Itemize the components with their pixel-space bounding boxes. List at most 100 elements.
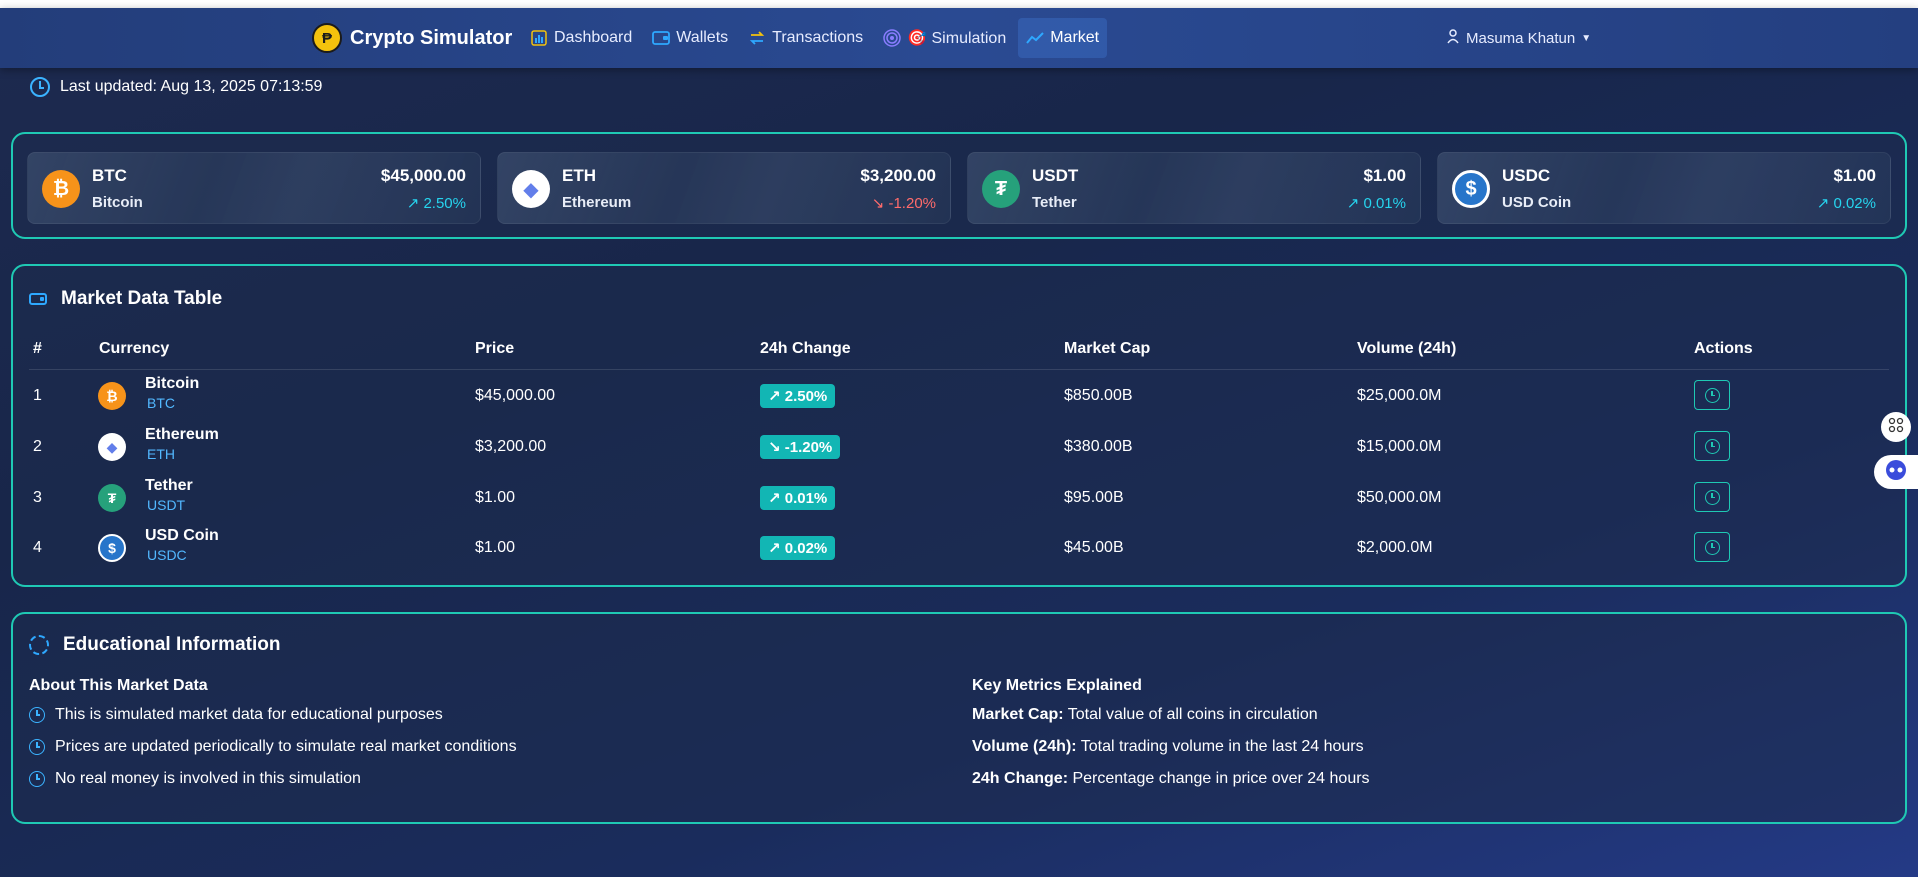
nav-transactions-label: Transactions (772, 29, 864, 46)
user-menu[interactable]: Masuma Khatun ▼ (1446, 26, 1591, 50)
last-updated-text: Last updated: Aug 13, 2025 07:13:59 (60, 78, 323, 95)
table-row: 1 ₿ Bitcoin BTC $45,000.00 ↗ 2.50% $850.… (13, 371, 1905, 421)
history-button[interactable] (1694, 431, 1730, 461)
row-volume: $50,000.0M (1357, 489, 1442, 506)
wallet-icon (652, 29, 671, 47)
row-price: $45,000.00 (475, 387, 556, 404)
caret-down-icon: ▼ (1581, 32, 1592, 44)
spinner-icon (29, 635, 49, 655)
nav-transactions[interactable]: Transactions (740, 18, 871, 58)
row-currency-symbol: BTC (147, 395, 175, 411)
header-divider (29, 369, 1889, 370)
education-panel: Educational Information About This Marke… (11, 612, 1907, 824)
grid-icon (1888, 417, 1904, 438)
metric-desc: Percentage change in price over 24 hours (1068, 770, 1370, 787)
change-badge: ↗ 2.50% (760, 384, 836, 408)
history-button[interactable] (1694, 532, 1730, 562)
bitcoin-icon: ₿ (42, 170, 80, 208)
table-row: 3 ₮ Tether USDT $1.00 ↗ 0.01% $95.00B $5… (13, 473, 1905, 523)
row-volume: $2,000.0M (1357, 539, 1433, 556)
ticker-change: ↘ -1.20% (871, 195, 936, 212)
row-volume: $25,000.0M (1357, 387, 1442, 404)
market-table-panel: Market Data Table # Currency Price 24h C… (11, 264, 1907, 587)
nav-dashboard-label: Dashboard (554, 29, 633, 46)
ticker-symbol: USDT (1032, 166, 1079, 185)
row-index: 3 (33, 489, 42, 506)
price-ticker-panel: ₿ BTC Bitcoin $45,000.00 ↗ 2.50% ◆ ETH E… (11, 132, 1907, 239)
ticker-card-btc[interactable]: ₿ BTC Bitcoin $45,000.00 ↗ 2.50% (27, 152, 481, 224)
assistant-button[interactable] (1874, 455, 1918, 489)
ethereum-icon: ◆ (98, 433, 126, 461)
nav-simulation[interactable]: 🎯 Simulation (875, 18, 1014, 58)
about-item-text: No real money is involved in this simula… (55, 770, 361, 787)
metric-item: Market Cap: Total value of all coins in … (972, 706, 1318, 724)
ticker-change: ↗ 0.01% (1346, 195, 1406, 212)
metric-item: 24h Change: Percentage change in price o… (972, 770, 1370, 788)
col-header-index: # (33, 340, 42, 357)
list-item: This is simulated market data for educat… (29, 706, 443, 724)
table-row: 2 ◆ Ethereum ETH $3,200.00 ↘ -1.20% $380… (13, 422, 1905, 472)
ticker-card-usdc[interactable]: $ USDC USD Coin $1.00 ↗ 0.02% (1437, 152, 1891, 224)
clock-icon (29, 771, 45, 787)
change-badge: ↗ 0.01% (760, 486, 836, 510)
about-title: About This Market Data (29, 677, 208, 694)
user-name: Masuma Khatun (1466, 29, 1576, 47)
row-market-cap: $850.00B (1064, 387, 1133, 404)
ethereum-icon: ◆ (512, 170, 550, 208)
row-currency-name: Tether (145, 477, 193, 494)
nav-wallets[interactable]: Wallets (644, 18, 736, 58)
bitcoin-icon: ₿ (98, 382, 126, 410)
ticker-name: Ethereum (562, 194, 632, 211)
ticker-card-eth[interactable]: ◆ ETH Ethereum $3,200.00 ↘ -1.20% (497, 152, 951, 224)
col-header-actions: Actions (1694, 340, 1753, 357)
change-badge: ↗ 0.02% (760, 536, 836, 560)
nav-simulation-label: 🎯 Simulation (907, 30, 1007, 47)
clock-icon (1704, 539, 1720, 555)
clock-icon (1704, 489, 1720, 505)
tether-icon: ₮ (982, 170, 1020, 208)
row-market-cap: $95.00B (1064, 489, 1124, 506)
row-index: 4 (33, 539, 42, 556)
brand[interactable]: ₱ Crypto Simulator (312, 22, 512, 54)
ticker-name: Tether (1032, 194, 1077, 211)
grid-menu-button[interactable] (1881, 412, 1911, 442)
coin-logo-icon: ₱ (312, 23, 342, 53)
history-button[interactable] (1694, 482, 1730, 512)
usd-coin-icon: $ (98, 534, 126, 562)
row-price: $1.00 (475, 489, 516, 506)
ticker-symbol: BTC (92, 166, 127, 185)
history-button[interactable] (1694, 380, 1730, 410)
metric-desc: Total value of all coins in circulation (1063, 706, 1318, 723)
exchange-icon (748, 29, 766, 47)
user-icon (1446, 28, 1460, 48)
education-title: Educational Information (63, 634, 281, 655)
col-header-price: Price (475, 340, 515, 357)
ticker-card-usdt[interactable]: ₮ USDT Tether $1.00 ↗ 0.01% (967, 152, 1421, 224)
browser-top-strip (0, 0, 1918, 8)
tether-icon: ₮ (98, 484, 126, 512)
clock-icon (1704, 387, 1720, 403)
nav-wallets-label: Wallets (676, 29, 729, 46)
nav-market[interactable]: Market (1018, 18, 1108, 58)
ticker-name: USD Coin (1502, 194, 1572, 211)
ticker-price: $1.00 (1363, 166, 1406, 185)
row-currency-symbol: ETH (147, 446, 175, 462)
row-price: $1.00 (475, 539, 516, 556)
row-currency-name: USD Coin (145, 527, 219, 544)
metric-term: 24h Change: (972, 770, 1069, 787)
nav-dashboard[interactable]: Dashboard (522, 18, 640, 58)
ticker-price: $1.00 (1833, 166, 1876, 185)
usd-coin-icon: $ (1452, 170, 1490, 208)
trend-icon (1026, 29, 1044, 47)
list-item: No real money is involved in this simula… (29, 770, 361, 788)
bar-chart-icon (530, 29, 548, 47)
app-title: Crypto Simulator (350, 26, 513, 49)
row-index: 2 (33, 438, 42, 455)
row-price: $3,200.00 (475, 438, 547, 455)
ticker-change: ↗ 0.02% (1816, 195, 1876, 212)
col-header-change: 24h Change (760, 340, 851, 357)
change-badge: ↘ -1.20% (760, 435, 841, 459)
list-item: Prices are updated periodically to simul… (29, 738, 517, 756)
wallet-icon (29, 293, 47, 305)
row-currency-symbol: USDC (147, 547, 187, 563)
